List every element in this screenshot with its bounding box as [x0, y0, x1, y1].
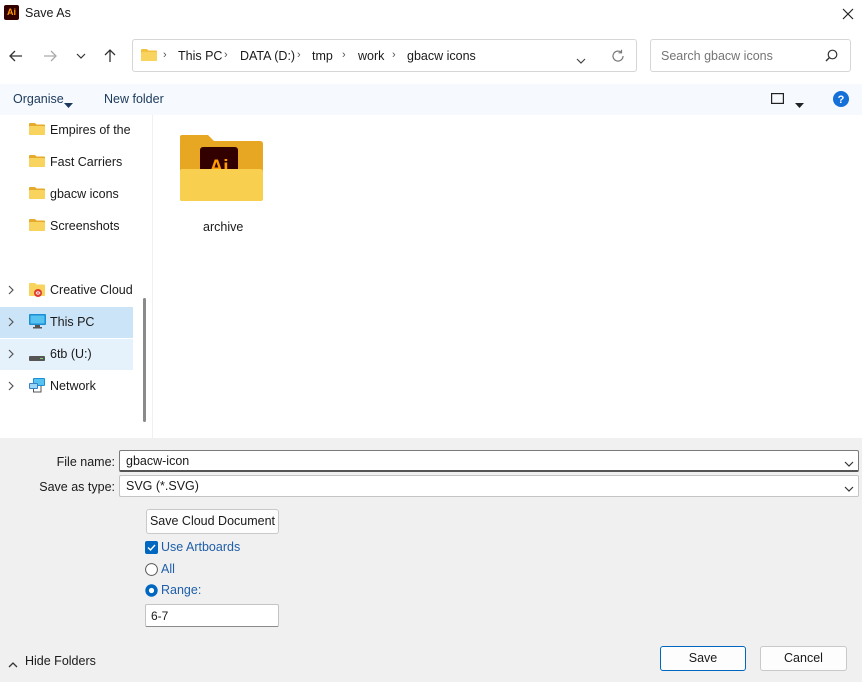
address-bar[interactable]: › This PC › DATA (D:) › tmp › work › gba… — [132, 39, 637, 72]
file-name-input[interactable]: gbacw-icon — [119, 450, 859, 472]
forward-arrow-icon[interactable] — [38, 44, 62, 68]
file-item-archive[interactable]: Ai — [178, 133, 264, 206]
svg-text:?: ? — [838, 94, 845, 106]
nav-item-label: Network — [50, 379, 96, 393]
window-title: Save As — [25, 6, 71, 20]
illustrator-app-icon: Ai — [4, 5, 19, 20]
navigation-pane: Empires of the Map Fast Carriers gbacw i… — [0, 115, 152, 438]
file-item-label[interactable]: archive — [203, 220, 243, 234]
drive-icon — [29, 351, 45, 365]
file-name-label: File name: — [56, 455, 115, 469]
view-dropdown-icon[interactable] — [795, 97, 804, 111]
address-history-chevron-icon[interactable] — [576, 53, 586, 67]
range-radio-label[interactable]: Range: — [161, 583, 201, 597]
use-artboards-checkbox[interactable] — [145, 541, 158, 557]
nav-item-label: gbacw icons — [50, 187, 119, 201]
nav-item-6tb-drive[interactable]: 6tb (U:) — [0, 339, 133, 370]
organise-dropdown-icon[interactable] — [64, 97, 73, 111]
navigation-scrollbar[interactable] — [143, 298, 146, 422]
nav-item-this-pc[interactable]: This PC — [0, 307, 133, 338]
range-radio[interactable] — [145, 584, 158, 600]
breadcrumb-gbacw-icons[interactable]: gbacw icons — [407, 49, 476, 63]
expand-chevron-icon[interactable] — [8, 380, 14, 394]
folder-icon — [29, 122, 45, 139]
save-button[interactable]: Save — [660, 646, 746, 671]
command-bar: Organise New folder ? — [0, 84, 862, 115]
save-as-type-select[interactable]: SVG (*.SVG) — [119, 475, 859, 497]
breadcrumb-data-drive[interactable]: DATA (D:) — [240, 49, 295, 63]
organise-button[interactable]: Organise — [13, 92, 64, 106]
breadcrumb-tmp[interactable]: tmp — [312, 49, 333, 63]
title-bar: Ai Save As — [0, 0, 862, 28]
breadcrumb-separator-icon: › — [392, 49, 396, 61]
hide-folders-button[interactable]: Hide Folders — [25, 654, 96, 668]
hide-folders-chevron-icon[interactable] — [8, 657, 18, 671]
all-radio-label[interactable]: All — [161, 562, 175, 576]
expand-chevron-icon[interactable] — [8, 316, 14, 330]
breadcrumb-separator-icon: › — [342, 49, 346, 61]
monitor-icon — [29, 314, 46, 332]
refresh-icon[interactable] — [611, 49, 625, 66]
nav-item-screenshots[interactable]: Screenshots — [0, 211, 133, 242]
save-as-type-label: Save as type: — [39, 480, 115, 494]
breadcrumb-work[interactable]: work — [358, 49, 384, 63]
nav-item-label: This PC — [50, 315, 95, 329]
nav-item-label: Screenshots — [50, 219, 120, 233]
back-arrow-icon[interactable] — [4, 44, 28, 68]
help-icon[interactable]: ? — [833, 91, 849, 110]
close-icon[interactable] — [836, 2, 860, 26]
range-input[interactable]: 6-7 — [145, 604, 279, 627]
nav-item-label: Empires of the Map — [50, 123, 133, 137]
folder-icon — [29, 154, 45, 171]
range-value[interactable]: 6-7 — [151, 609, 168, 623]
use-artboards-label[interactable]: Use Artboards — [161, 540, 240, 554]
search-box[interactable] — [650, 39, 851, 72]
breadcrumb-separator-icon: › — [297, 49, 301, 61]
cancel-button[interactable]: Cancel — [760, 646, 847, 671]
nav-item-fast-carriers[interactable]: Fast Carriers — [0, 147, 133, 178]
folder-icon — [141, 48, 157, 65]
expand-chevron-icon[interactable] — [8, 348, 14, 362]
nav-item-label: 6tb (U:) — [50, 347, 92, 361]
folder-icon — [29, 186, 45, 203]
expand-chevron-icon[interactable] — [8, 284, 14, 298]
view-options-icon[interactable] — [771, 93, 785, 107]
creative-cloud-folder-icon — [29, 282, 45, 301]
folder-icon — [29, 218, 45, 235]
search-input[interactable] — [659, 48, 823, 64]
new-folder-button[interactable]: New folder — [104, 92, 164, 106]
nav-item-creative-cloud-files[interactable]: Creative Cloud Files — [0, 275, 133, 306]
up-arrow-icon[interactable] — [98, 44, 122, 68]
recent-locations-chevron-icon[interactable] — [69, 44, 93, 68]
nav-item-label: Fast Carriers — [50, 155, 123, 169]
nav-item-network[interactable]: Network — [0, 371, 133, 402]
nav-item-empires-of-the-map[interactable]: Empires of the Map — [0, 115, 133, 146]
file-name-value[interactable]: gbacw-icon — [126, 454, 189, 468]
file-name-dropdown-icon[interactable] — [844, 456, 854, 470]
breadcrumb-this-pc[interactable]: This PC — [178, 49, 222, 63]
breadcrumb-separator-icon: › — [224, 49, 228, 61]
network-icon — [29, 378, 46, 396]
illustrator-folder-icon: Ai — [178, 135, 264, 206]
breadcrumb-separator-icon: › — [163, 49, 167, 61]
all-radio[interactable] — [145, 563, 158, 579]
save-as-type-value: SVG (*.SVG) — [126, 479, 199, 493]
save-as-type-dropdown-icon[interactable] — [844, 481, 854, 495]
search-icon[interactable] — [825, 49, 838, 65]
nav-item-gbacw-icons[interactable]: gbacw icons — [0, 179, 133, 210]
save-cloud-document-button[interactable]: Save Cloud Document — [146, 509, 279, 534]
nav-item-label: Creative Cloud Files — [50, 283, 133, 297]
